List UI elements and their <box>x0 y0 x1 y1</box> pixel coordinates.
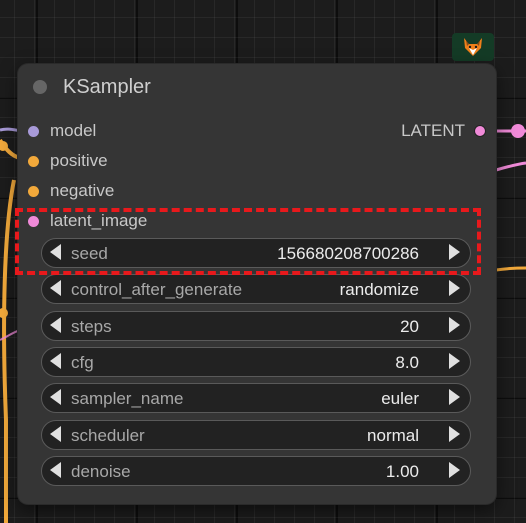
widget-value[interactable]: 1.00 <box>386 462 419 482</box>
widget-denoise[interactable]: denoise 1.00 <box>41 456 471 486</box>
input-dot[interactable] <box>28 155 39 167</box>
input-dot[interactable] <box>28 215 39 227</box>
decrement-arrow-icon[interactable] <box>50 317 61 333</box>
output-dot[interactable] <box>474 125 486 137</box>
widget-cfg[interactable]: cfg 8.0 <box>41 347 471 377</box>
increment-arrow-icon[interactable] <box>449 389 460 405</box>
decrement-arrow-icon[interactable] <box>50 389 61 405</box>
decrement-arrow-icon[interactable] <box>50 280 61 296</box>
wire-yellow-right <box>495 266 526 272</box>
input-label: model <box>50 121 97 140</box>
widget-value[interactable]: 20 <box>400 317 419 337</box>
increment-arrow-icon[interactable] <box>449 462 460 478</box>
decrement-arrow-icon[interactable] <box>50 426 61 442</box>
widget-label: control_after_generate <box>71 280 243 299</box>
widget-steps[interactable]: steps 20 <box>41 311 471 341</box>
input-slot-positive[interactable]: positive <box>28 150 108 172</box>
decrement-arrow-icon[interactable] <box>50 462 61 478</box>
input-label: positive <box>50 151 108 170</box>
input-slot-latent-image[interactable]: latent_image <box>28 210 147 232</box>
collapse-toggle[interactable] <box>33 80 47 94</box>
input-dot[interactable] <box>28 125 39 137</box>
input-slot-model[interactable]: model <box>28 120 96 142</box>
widget-control-after-generate[interactable]: control_after_generate randomize <box>41 274 471 304</box>
node-title: KSampler <box>63 76 151 98</box>
input-label: negative <box>50 181 115 200</box>
decrement-arrow-icon[interactable] <box>50 244 61 260</box>
output-slot-latent[interactable]: LATENT <box>401 120 486 142</box>
widget-label: cfg <box>71 353 94 372</box>
widget-value[interactable]: euler <box>381 389 419 409</box>
increment-arrow-icon[interactable] <box>449 317 460 333</box>
increment-arrow-icon[interactable] <box>449 280 460 296</box>
increment-arrow-icon[interactable] <box>449 353 460 369</box>
input-label: latent_image <box>50 211 148 230</box>
widget-sampler-name[interactable]: sampler_name euler <box>41 383 471 413</box>
input-slot-negative[interactable]: negative <box>28 180 114 202</box>
fox-icon <box>464 38 482 56</box>
widget-scheduler[interactable]: scheduler normal <box>41 420 471 450</box>
widget-label: scheduler <box>71 426 145 445</box>
node-header[interactable]: KSampler <box>18 64 496 110</box>
decrement-arrow-icon[interactable] <box>50 353 61 369</box>
increment-arrow-icon[interactable] <box>449 426 460 442</box>
fox-badge[interactable] <box>452 33 494 61</box>
input-dot[interactable] <box>28 185 39 197</box>
ksampler-node[interactable]: KSampler model positive negative latent_… <box>18 64 496 504</box>
widget-value[interactable]: 156680208700286 <box>277 244 419 264</box>
widget-label: seed <box>71 244 108 263</box>
increment-arrow-icon[interactable] <box>449 244 460 260</box>
widget-seed[interactable]: seed 156680208700286 <box>41 238 471 268</box>
widget-label: denoise <box>71 462 131 481</box>
widget-label: steps <box>71 317 112 336</box>
widget-label: sampler_name <box>71 389 184 408</box>
output-label: LATENT <box>401 121 465 140</box>
wire-yellow-dot <box>0 308 8 318</box>
widget-value[interactable]: randomize <box>340 280 419 300</box>
widget-value[interactable]: 8.0 <box>395 353 419 373</box>
wire-pink-dot <box>511 124 525 138</box>
wire-pink-right <box>495 161 526 172</box>
widget-value[interactable]: normal <box>367 426 419 446</box>
wire-yellow-2 <box>2 179 16 523</box>
